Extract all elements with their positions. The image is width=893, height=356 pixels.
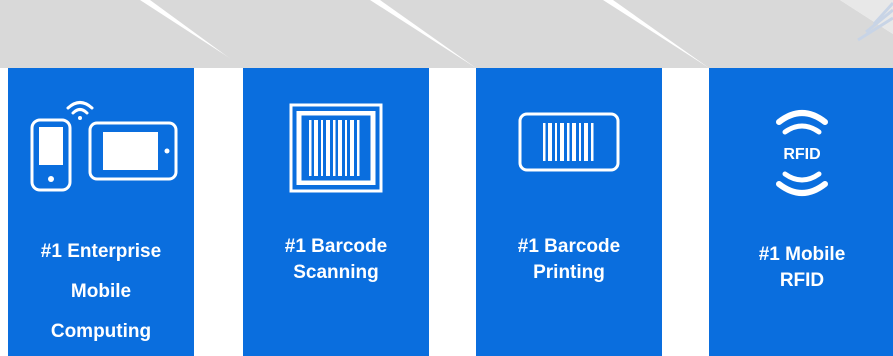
- card-mobile-rfid: RFID #1 Mobile RFID: [709, 68, 893, 356]
- card-label-line: Scanning: [293, 262, 379, 283]
- card-label-line: Computing: [50, 321, 152, 342]
- rfid-icon-text: RFID: [783, 146, 820, 163]
- mobile-computer-and-tablet-icon: [30, 101, 178, 192]
- card-label-line: Mobile: [70, 281, 132, 302]
- barcode-printing-icon: [518, 112, 620, 172]
- card-barcode-printing: #1 Barcode Printing: [476, 68, 662, 356]
- card-enterprise-mobile-computing: #1 Enterprise Mobile Computing: [8, 68, 194, 356]
- card-label-line: RFID: [779, 270, 825, 291]
- card-barcode-scanning: #1 Barcode Scanning: [243, 68, 429, 356]
- card-label-line: #1 Enterprise: [40, 241, 162, 262]
- card-label-line: #1 Barcode: [517, 236, 621, 257]
- card-label-line: #1 Mobile: [758, 244, 846, 265]
- card-label: #1 Barcode Printing: [476, 234, 662, 286]
- barcode-scanning-icon: [289, 103, 383, 193]
- card-label: #1 Enterprise Mobile Computing: [8, 232, 194, 352]
- card-label-line: #1 Barcode: [284, 236, 388, 257]
- card-label: #1 Barcode Scanning: [243, 234, 429, 286]
- rfid-icon: RFID: [776, 110, 828, 196]
- card-label-line: Printing: [533, 262, 605, 283]
- card-label: #1 Mobile RFID: [709, 242, 893, 294]
